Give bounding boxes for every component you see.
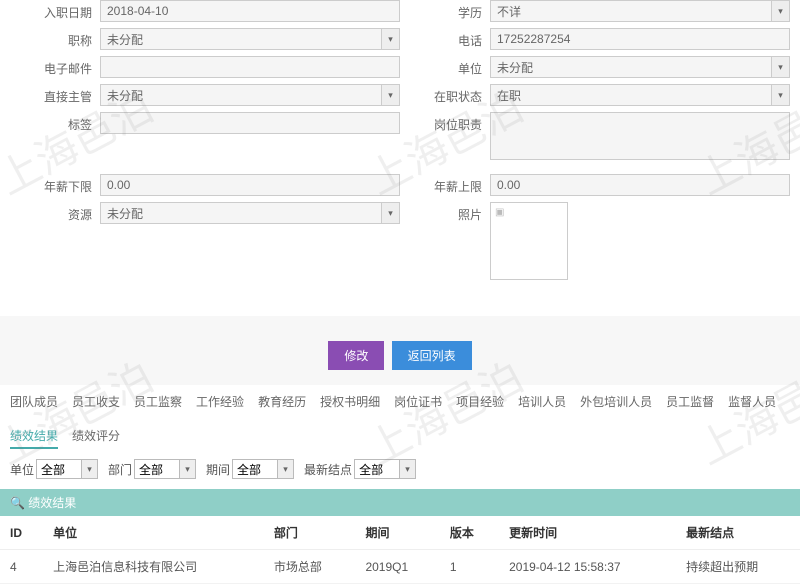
email-label: 电子邮件 (10, 56, 100, 77)
filter-unit-select[interactable] (36, 459, 82, 479)
col-latest[interactable]: 最新结点 (676, 516, 800, 550)
title-select[interactable] (100, 28, 382, 50)
filter-dept-select[interactable] (134, 459, 180, 479)
hire-date-label: 入职日期 (10, 0, 100, 21)
status-select[interactable] (490, 84, 772, 106)
col-version[interactable]: 版本 (440, 516, 499, 550)
tab-trainees[interactable]: 培训人员 (518, 393, 566, 413)
tab-emp-supervise[interactable]: 员工监督 (666, 393, 714, 413)
phone-label: 电话 (400, 28, 490, 49)
action-bar: 修改 返回列表 (0, 316, 800, 385)
chevron-down-icon[interactable]: ▾ (772, 56, 790, 78)
filter-latest-select[interactable] (354, 459, 400, 479)
supervisor-label: 直接主管 (10, 84, 100, 105)
cell-unit: 上海邑泊信息科技有限公司 (43, 550, 264, 584)
unit-label: 单位 (400, 56, 490, 77)
tab-income-expense[interactable]: 员工收支 (72, 393, 120, 413)
col-updated[interactable]: 更新时间 (499, 516, 676, 550)
chevron-down-icon[interactable]: ▾ (382, 84, 400, 106)
chevron-down-icon[interactable]: ▾ (180, 459, 196, 479)
cell-dept: 市场总部 (264, 550, 356, 584)
tags-input[interactable] (100, 112, 400, 134)
back-button[interactable]: 返回列表 (392, 341, 472, 370)
col-period[interactable]: 期间 (355, 516, 439, 550)
cell-id: 4 (0, 550, 43, 584)
performance-table: ID 单位 部门 期间 版本 更新时间 最新结点 4 上海邑泊信息科技有限公司 … (0, 516, 800, 584)
email-input[interactable] (100, 56, 400, 78)
chevron-down-icon[interactable]: ▾ (400, 459, 416, 479)
tab-supervisors[interactable]: 监督人员 (728, 393, 776, 413)
unit-select[interactable] (490, 56, 772, 78)
supervisor-select[interactable] (100, 84, 382, 106)
photo-label: 照片 (400, 202, 490, 223)
salary-min-label: 年薪下限 (10, 174, 100, 195)
job-desc-textarea[interactable] (490, 112, 790, 160)
table-header-row: ID 单位 部门 期间 版本 更新时间 最新结点 (0, 516, 800, 550)
filter-period-label: 期间 (206, 461, 232, 478)
col-dept[interactable]: 部门 (264, 516, 356, 550)
tab-outsource-trainees[interactable]: 外包培训人员 (580, 393, 652, 413)
employee-form: 入职日期 学历 ▾ 职称 ▾ 电话 电子邮件 (0, 0, 800, 296)
tab-work-exp[interactable]: 工作经验 (196, 393, 244, 413)
tab-perf-result[interactable]: 绩效结果 (10, 427, 58, 449)
education-select[interactable] (490, 0, 772, 22)
tab-auth-detail[interactable]: 授权书明细 (320, 393, 380, 413)
chevron-down-icon[interactable]: ▾ (382, 28, 400, 50)
chevron-down-icon[interactable]: ▾ (772, 84, 790, 106)
tab-team-members[interactable]: 团队成员 (10, 393, 58, 413)
cell-version: 1 (440, 550, 499, 584)
photo-placeholder[interactable]: ▣ (490, 202, 568, 280)
resource-label: 资源 (10, 202, 100, 223)
chevron-down-icon[interactable]: ▾ (278, 459, 294, 479)
table-row[interactable]: 4 上海邑泊信息科技有限公司 市场总部 2019Q1 1 2019-04-12 … (0, 550, 800, 584)
phone-input[interactable] (490, 28, 790, 50)
section-header: 🔍 绩效结果 (0, 489, 800, 516)
job-desc-label: 岗位职责 (400, 112, 490, 133)
salary-min-input[interactable] (100, 174, 400, 196)
col-unit[interactable]: 单位 (43, 516, 264, 550)
salary-max-label: 年薪上限 (400, 174, 490, 195)
chevron-down-icon[interactable]: ▾ (772, 0, 790, 22)
filter-unit-label: 单位 (10, 461, 36, 478)
salary-max-input[interactable] (490, 174, 790, 196)
filter-latest-label: 最新结点 (304, 461, 354, 478)
chevron-down-icon[interactable]: ▾ (82, 459, 98, 479)
col-id[interactable]: ID (0, 516, 43, 550)
cell-period: 2019Q1 (355, 550, 439, 584)
tab-perf-score[interactable]: 绩效评分 (72, 427, 120, 449)
tab-cert[interactable]: 岗位证书 (394, 393, 442, 413)
chevron-down-icon[interactable]: ▾ (382, 202, 400, 224)
search-icon: 🔍 (10, 496, 25, 510)
tab-education[interactable]: 教育经历 (258, 393, 306, 413)
tab-project-exp[interactable]: 项目经验 (456, 393, 504, 413)
filter-dept-label: 部门 (108, 461, 134, 478)
cell-latest: 持续超出预期 (676, 550, 800, 584)
education-label: 学历 (400, 0, 490, 21)
filter-bar: 单位 ▾ 部门 ▾ 期间 ▾ 最新结点 ▾ (0, 455, 800, 483)
filter-period-select[interactable] (232, 459, 278, 479)
hire-date-input[interactable] (100, 0, 400, 22)
cell-updated: 2019-04-12 15:58:37 (499, 550, 676, 584)
tags-label: 标签 (10, 112, 100, 133)
tab-supervision[interactable]: 员工监察 (134, 393, 182, 413)
status-label: 在职状态 (400, 84, 490, 105)
detail-tabs: 团队成员 员工收支 员工监察 工作经验 教育经历 授权书明细 岗位证书 项目经验… (0, 385, 800, 455)
edit-button[interactable]: 修改 (328, 341, 384, 370)
resource-select[interactable] (100, 202, 382, 224)
title-label: 职称 (10, 28, 100, 49)
section-title: 绩效结果 (28, 496, 76, 510)
